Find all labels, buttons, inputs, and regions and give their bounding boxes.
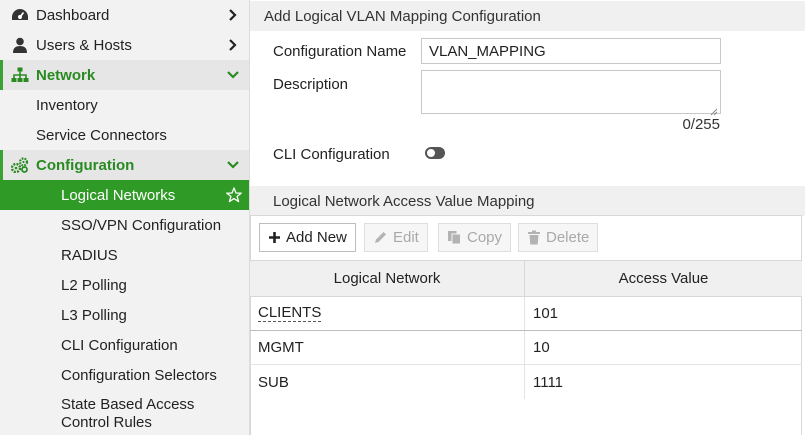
table-row[interactable]: CLIENTS 101 (250, 297, 802, 331)
toggle-knob (427, 149, 435, 157)
table-row[interactable]: SUB 1111 (250, 365, 802, 399)
nav-service-connectors-label: Service Connectors (36, 126, 167, 144)
nav-cli-configuration[interactable]: CLI Configuration (0, 330, 249, 360)
user-icon (11, 36, 29, 54)
chevron-down-icon (225, 160, 241, 170)
table-cell-value: 1111 (533, 373, 564, 391)
table-row[interactable]: MGMT 10 (250, 331, 802, 365)
nav-network[interactable]: Network (0, 60, 249, 90)
config-name-input[interactable] (421, 38, 721, 64)
mapping-title: Logical Network Access Value Mapping (250, 186, 805, 216)
cogs-icon (11, 156, 29, 174)
nav-radius[interactable]: RADIUS (0, 240, 249, 270)
column-header-logical-network[interactable]: Logical Network (250, 261, 525, 296)
nav-state-based-access-control-rules[interactable]: State Based Access Control Rules (0, 396, 249, 435)
pencil-icon (373, 230, 388, 245)
edit-label: Edit (393, 229, 419, 246)
nav-configuration-selectors[interactable]: Configuration Selectors (0, 360, 249, 390)
form-title: Add Logical VLAN Mapping Configuration (250, 1, 805, 31)
nav-logical-networks[interactable]: Logical Networks (0, 180, 249, 210)
copy-button[interactable]: Copy (438, 223, 512, 252)
plus-icon (268, 231, 281, 244)
star-outline-icon[interactable] (225, 187, 243, 203)
delete-button[interactable]: Delete (518, 223, 599, 252)
nav-dashboard-label: Dashboard (36, 6, 110, 24)
nav-service-connectors[interactable]: Service Connectors (0, 120, 249, 150)
column-header-access-value[interactable]: Access Value (525, 261, 802, 296)
nav-configuration[interactable]: Configuration (0, 150, 249, 180)
nav-state-based-label: State Based Access Control Rules (0, 396, 249, 432)
nav-network-label: Network (36, 66, 96, 84)
config-name-label: Configuration Name (273, 43, 407, 60)
add-new-button[interactable]: Add New (259, 223, 356, 252)
nav-configuration-selectors-label: Configuration Selectors (61, 366, 217, 384)
table-cell-network: CLIENTS (250, 297, 525, 330)
cli-configuration-toggle[interactable] (425, 147, 445, 159)
trash-icon (527, 230, 541, 245)
edit-button[interactable]: Edit (364, 223, 428, 252)
nav-l2-polling-label: L2 Polling (61, 276, 127, 294)
description-textarea[interactable] (421, 70, 721, 116)
nav-l3-polling[interactable]: L3 Polling (0, 300, 249, 330)
table-cell-value: 10 (533, 339, 550, 356)
sidebar: Dashboard Users & Hosts Network Inventor… (0, 0, 250, 435)
table-cell-network: SUB (250, 365, 525, 399)
nav-state-based-line2: Control Rules (61, 414, 152, 431)
nav-l2-polling[interactable]: L2 Polling (0, 270, 249, 300)
add-new-label: Add New (286, 229, 347, 246)
nav-dashboard[interactable]: Dashboard (0, 0, 249, 30)
nav-l3-polling-label: L3 Polling (61, 306, 127, 324)
nav-radius-label: RADIUS (61, 246, 118, 264)
description-label: Description (273, 76, 349, 93)
main-content: Add Logical VLAN Mapping Configuration C… (250, 0, 805, 435)
nav-state-based-line1: State Based Access (61, 396, 195, 413)
chevron-down-icon (225, 70, 241, 80)
nav-logical-networks-label: Logical Networks (61, 186, 176, 204)
nav-inventory-label: Inventory (36, 96, 98, 114)
chevron-right-icon (225, 39, 241, 51)
nav-sso-vpn-label: SSO/VPN Configuration (61, 216, 222, 234)
nav-sso-vpn[interactable]: SSO/VPN Configuration (0, 210, 249, 240)
table-cell-value: 101 (533, 305, 559, 322)
table-cell-network: MGMT (250, 331, 525, 364)
chevron-right-icon (225, 9, 241, 21)
delete-label: Delete (546, 229, 590, 246)
sitemap-icon (11, 66, 29, 84)
nav-users-hosts[interactable]: Users & Hosts (0, 30, 249, 60)
table-header: Logical Network Access Value (250, 260, 802, 297)
nav-cli-configuration-label: CLI Configuration (61, 336, 178, 354)
copy-label: Copy (467, 229, 503, 246)
copy-icon (447, 230, 462, 245)
resize-grip-icon[interactable] (710, 103, 718, 116)
cli-configuration-label: CLI Configuration (273, 146, 390, 163)
row-network-value: CLIENTS (258, 304, 322, 322)
char-counter: 0/255 (682, 116, 720, 133)
nav-configuration-label: Configuration (36, 156, 135, 174)
dashboard-icon (11, 6, 29, 24)
nav-inventory[interactable]: Inventory (0, 90, 249, 120)
nav-users-hosts-label: Users & Hosts (36, 36, 132, 54)
